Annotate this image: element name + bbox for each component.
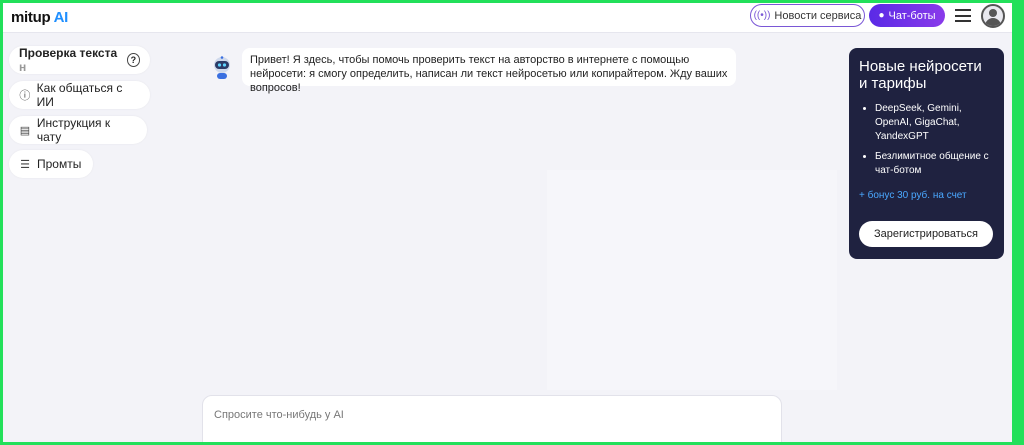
broadcast-icon: ((•)): [753, 10, 771, 21]
promo-card: Новые нейросети и тарифы DeepSeek, Gemin…: [849, 48, 1004, 259]
logo[interactable]: mitup AI: [11, 9, 68, 26]
bot-greeting-message: Привет! Я здесь, чтобы помочь проверить …: [242, 48, 736, 94]
question-circle-icon: ⓘ: [19, 90, 31, 102]
document-icon: ▤: [19, 124, 31, 137]
sidebar-item-label: Как общаться с ИИ: [36, 81, 123, 109]
promo-title: Новые нейросети и тарифы: [859, 58, 982, 92]
logo-ai: AI: [53, 9, 69, 26]
chat-bubble-icon: ●: [878, 10, 885, 21]
register-button[interactable]: Зарегистрироваться: [859, 221, 993, 247]
top-header: mitup AI ((•)) Новости сервиса ● Чат-бот…: [3, 3, 1012, 33]
promo-feature: DeepSeek, Gemini, OpenAI, GigaChat, Yand…: [875, 102, 994, 144]
robot-icon: [214, 56, 230, 79]
database-icon: ☰: [20, 158, 30, 171]
help-circle-icon[interactable]: ?: [126, 53, 140, 67]
sidebar-item-instructions[interactable]: ▤ Инструкция к чату: [9, 116, 147, 144]
sidebar-item-text-check[interactable]: Проверка текста н ?: [9, 46, 150, 74]
news-button[interactable]: ((•)) Новости сервиса: [750, 4, 865, 27]
sidebar-item-label: Проверка текста н: [19, 46, 118, 74]
promo-feature-list: DeepSeek, Gemini, OpenAI, GigaChat, Yand…: [859, 102, 994, 178]
promo-feature: Безлимитное общение с чат-ботом: [875, 150, 994, 178]
user-avatar-icon[interactable]: [981, 4, 1005, 28]
sidebar-item-how-to-talk[interactable]: ⓘ Как общаться с ИИ: [9, 81, 150, 109]
chat-background-panel: [547, 170, 837, 390]
chatbots-button-label: Чат-боты: [888, 9, 936, 22]
bonus-link[interactable]: + бонус 30 руб. на счет: [859, 190, 994, 201]
chat-input-box: [202, 395, 782, 445]
news-button-label: Новости сервиса: [774, 9, 862, 22]
logo-main: mitup: [11, 9, 51, 26]
hamburger-menu-icon[interactable]: [955, 9, 971, 22]
chatbots-button[interactable]: ● Чат-боты: [869, 4, 945, 27]
sidebar-item-label: Инструкция к чату: [36, 116, 111, 144]
chat-input[interactable]: [203, 396, 781, 434]
sidebar-item-label: Промты: [37, 157, 82, 171]
sidebar-item-prompts[interactable]: ☰ Промты: [9, 150, 93, 178]
